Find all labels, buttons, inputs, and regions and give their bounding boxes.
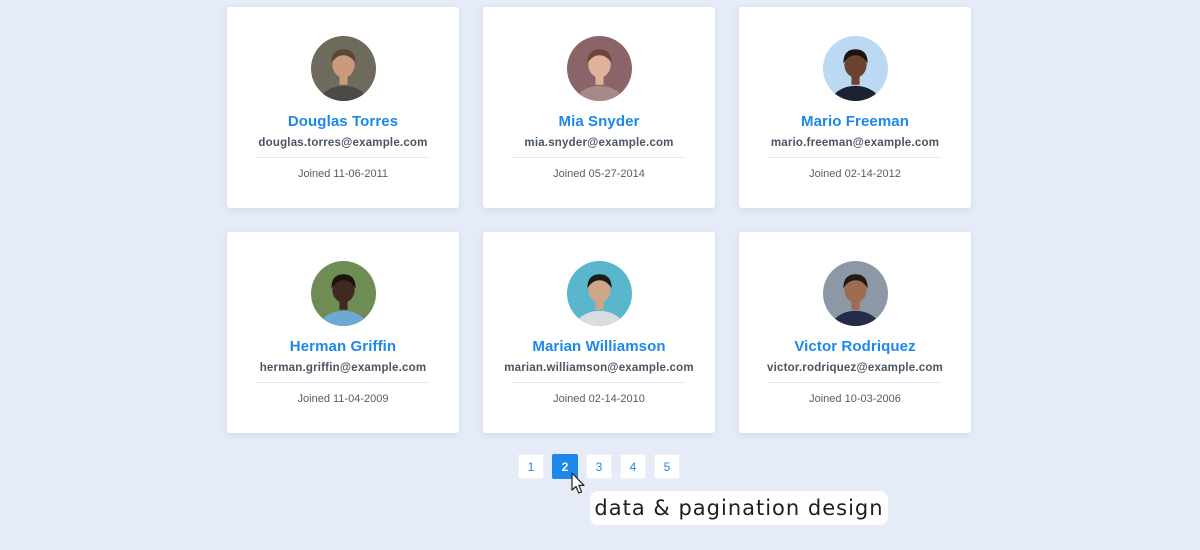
avatar xyxy=(310,261,376,326)
avatar xyxy=(566,36,632,101)
card-divider xyxy=(768,382,942,383)
page-button-5[interactable]: 5 xyxy=(654,454,680,479)
user-joined-date: Joined 10-03-2006 xyxy=(809,393,901,405)
user-email: herman.griffin@example.com xyxy=(259,362,427,374)
user-card[interactable]: Herman Griffin herman.griffin@example.co… xyxy=(227,232,459,433)
user-name: Herman Griffin xyxy=(289,338,397,355)
card-divider xyxy=(768,157,942,158)
user-email: victor.rodriquez@example.com xyxy=(767,362,943,374)
user-joined-date: Joined 02-14-2010 xyxy=(553,393,645,405)
user-card[interactable]: Douglas Torres douglas.torres@example.co… xyxy=(227,7,459,208)
design-caption: data & pagination design xyxy=(590,491,888,525)
page-button-3[interactable]: 3 xyxy=(586,454,612,479)
avatar xyxy=(566,261,632,326)
page-button-1[interactable]: 1 xyxy=(518,454,544,479)
card-divider xyxy=(512,382,686,383)
page-button-4[interactable]: 4 xyxy=(620,454,646,479)
avatar xyxy=(822,36,888,101)
avatar xyxy=(310,36,376,101)
card-divider xyxy=(512,157,686,158)
user-email: marian.williamson@example.com xyxy=(504,362,694,374)
card-divider xyxy=(256,157,430,158)
user-name: Victor Rodriquez xyxy=(794,338,916,355)
user-name: Mia Snyder xyxy=(558,113,640,130)
user-card[interactable]: Mario Freeman mario.freeman@example.com … xyxy=(739,7,971,208)
user-card[interactable]: Marian Williamson marian.williamson@exam… xyxy=(483,232,715,433)
user-name: Douglas Torres xyxy=(287,113,399,130)
user-name: Marian Williamson xyxy=(532,338,666,355)
user-email: mario.freeman@example.com xyxy=(770,137,940,149)
card-divider xyxy=(256,382,430,383)
user-card[interactable]: Mia Snyder mia.snyder@example.com Joined… xyxy=(483,7,715,208)
page-button-2[interactable]: 2 xyxy=(552,454,578,479)
user-joined-date: Joined 11-04-2009 xyxy=(297,393,389,405)
pagination: 1 2 3 4 5 xyxy=(518,454,680,479)
avatar xyxy=(822,261,888,326)
user-joined-date: Joined 05-27-2014 xyxy=(553,168,645,180)
user-card-grid: Douglas Torres douglas.torres@example.co… xyxy=(227,7,972,433)
user-email: douglas.torres@example.com xyxy=(258,137,428,149)
user-email: mia.snyder@example.com xyxy=(524,137,674,149)
user-name: Mario Freeman xyxy=(801,113,909,130)
user-joined-date: Joined 11-06-2011 xyxy=(297,168,389,180)
user-joined-date: Joined 02-14-2012 xyxy=(809,168,901,180)
user-card[interactable]: Victor Rodriquez victor.rodriquez@exampl… xyxy=(739,232,971,433)
